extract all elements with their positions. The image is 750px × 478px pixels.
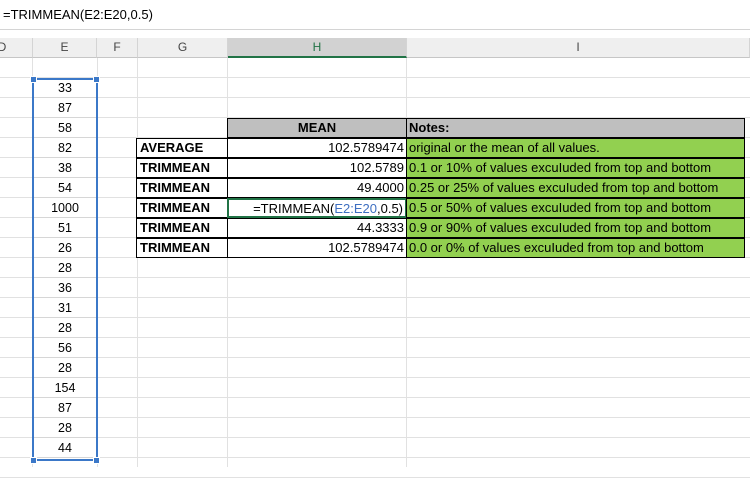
column-header-g[interactable]: G	[138, 38, 228, 58]
gridline	[0, 457, 750, 458]
gridline	[97, 58, 98, 467]
selection-handle[interactable]	[93, 457, 100, 464]
cell-e7[interactable]: 54	[33, 178, 97, 198]
cell-e20[interactable]: 44	[33, 438, 97, 458]
formula-bar-text[interactable]: =TRIMMEAN(E2:E20,0.5)	[3, 7, 153, 22]
selection-handle[interactable]	[93, 76, 100, 83]
cell-e16[interactable]: 28	[33, 358, 97, 378]
cell-e15[interactable]: 56	[33, 338, 97, 358]
note-cell[interactable]: original or the mean of all values.	[406, 138, 745, 158]
selection-handle[interactable]	[30, 457, 37, 464]
note-cell[interactable]: 0.0 or 0% of values excuIuded from top a…	[406, 238, 745, 258]
cell-e11[interactable]: 28	[33, 258, 97, 278]
gridline	[0, 277, 750, 278]
formula-range-reference: E2:E20	[334, 201, 377, 216]
mean-value-cell[interactable]: 44.3333	[227, 218, 407, 238]
column-header-h[interactable]: H	[228, 38, 407, 58]
mean-header[interactable]: MEAN	[227, 118, 407, 138]
gridline	[0, 437, 750, 438]
cell-e14[interactable]: 28	[33, 318, 97, 338]
column-header-label: G	[177, 40, 188, 54]
note-cell[interactable]: 0.5 or 50% of values excuIuded from top …	[406, 198, 745, 218]
formula-bar-gap	[0, 30, 750, 38]
row-label[interactable]: TRIMMEAN	[136, 158, 228, 178]
row-label[interactable]: TRIMMEAN	[136, 178, 228, 198]
cell-e17[interactable]: 154	[33, 378, 97, 398]
notes-header[interactable]: Notes:	[406, 118, 745, 138]
gridline	[0, 297, 750, 298]
column-header-label: H	[312, 40, 322, 54]
cell-e18[interactable]: 87	[33, 398, 97, 418]
cell-e13[interactable]: 31	[33, 298, 97, 318]
cell-e4[interactable]: 58	[33, 118, 97, 138]
row-label[interactable]: TRIMMEAN	[136, 238, 228, 258]
column-header-e[interactable]: E	[33, 38, 97, 58]
cell-e19[interactable]: 28	[33, 418, 97, 438]
cell-e3[interactable]: 87	[33, 98, 97, 118]
selection-handle[interactable]	[30, 76, 37, 83]
gridline	[0, 337, 750, 338]
note-cell[interactable]: 0.25 or 25% of values excuIuded from top…	[406, 178, 745, 198]
gridline	[0, 317, 750, 318]
gridline	[137, 58, 138, 467]
cell-e8[interactable]: 1000	[33, 198, 97, 218]
cell-e10[interactable]: 26	[33, 238, 97, 258]
mean-value-cell[interactable]: 102.5789474	[227, 238, 407, 258]
formula-bar[interactable]: =TRIMMEAN(E2:E20,0.5)	[0, 0, 750, 30]
column-header-label: F	[113, 40, 121, 54]
column-header-label: D	[0, 40, 7, 54]
column-header-i[interactable]: I	[407, 38, 750, 58]
cell-e2[interactable]: 33	[33, 78, 97, 98]
mean-value-cell[interactable]: 102.5789	[227, 158, 407, 178]
cell-e6[interactable]: 38	[33, 158, 97, 178]
cell-e12[interactable]: 36	[33, 278, 97, 298]
column-header-label: I	[576, 40, 580, 54]
gridline	[0, 397, 750, 398]
gridline	[0, 357, 750, 358]
row-label[interactable]: TRIMMEAN	[136, 218, 228, 238]
column-header-d[interactable]: D	[0, 38, 33, 58]
cell-e9[interactable]: 51	[33, 218, 97, 238]
gridline	[0, 377, 750, 378]
column-header-f[interactable]: F	[97, 38, 138, 58]
mean-value-cell[interactable]: 102.5789474	[227, 138, 407, 158]
column-header-label: E	[60, 40, 69, 54]
gridline	[0, 417, 750, 418]
cell-e5[interactable]: 82	[33, 138, 97, 158]
note-cell[interactable]: 0.1 or 10% of values excuIuded from top …	[406, 158, 745, 178]
row-label[interactable]: TRIMMEAN	[136, 198, 228, 218]
note-cell[interactable]: 0.9 or 90% of values excuIuded from top …	[406, 218, 745, 238]
row-label[interactable]: AVERAGE	[136, 138, 228, 158]
mean-value-cell[interactable]: 49.4000	[227, 178, 407, 198]
gridline	[0, 77, 750, 78]
active-cell-formula[interactable]: =TRIMMEAN(E2:E20,0.5)	[227, 198, 407, 218]
gridline	[0, 97, 750, 98]
